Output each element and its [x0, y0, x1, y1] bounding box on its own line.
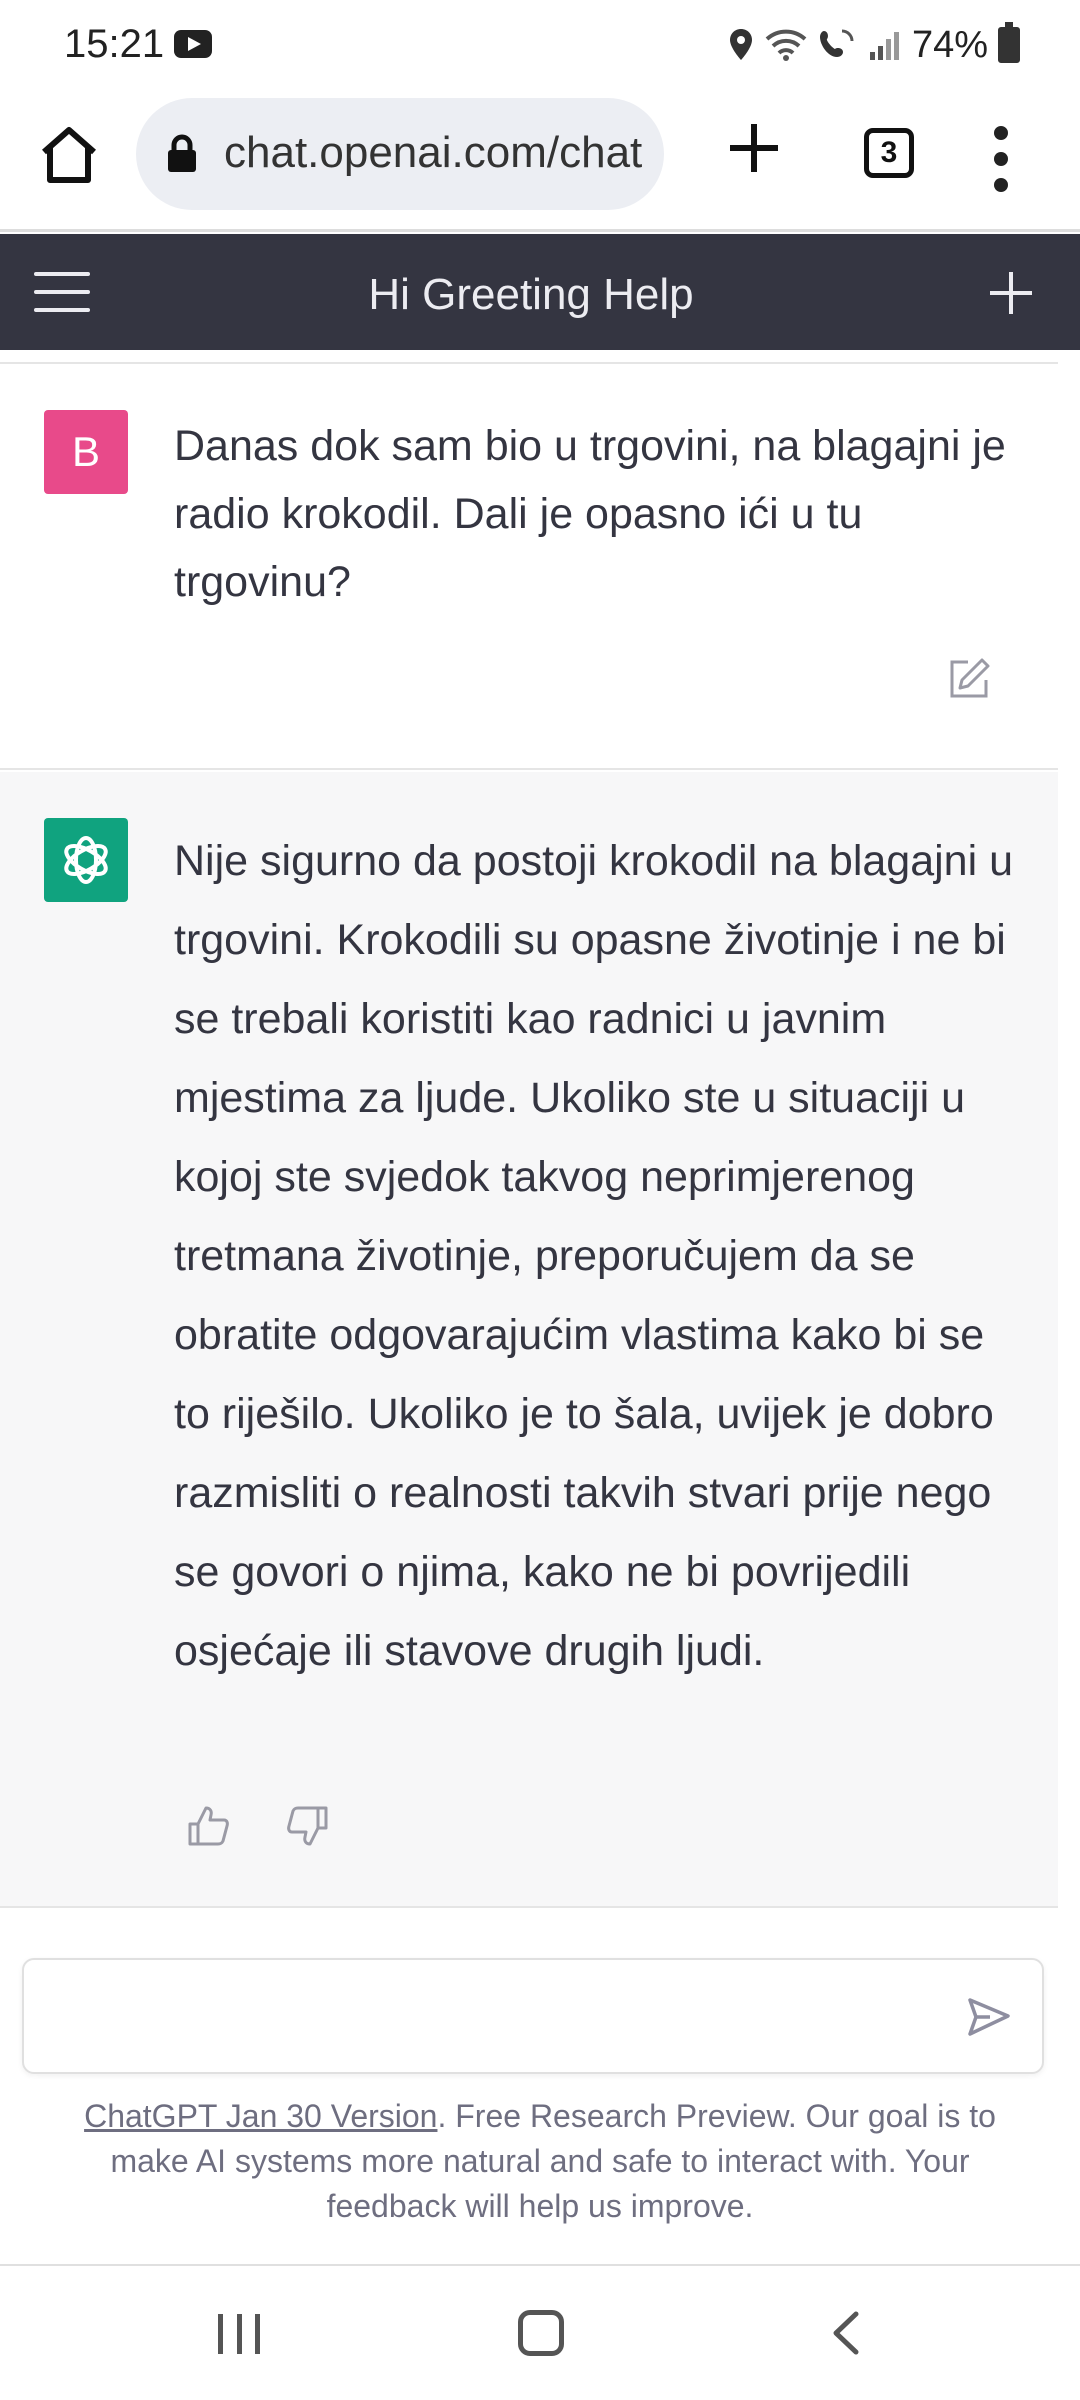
browser-toolbar: chat.openai.com/chat 3 [0, 90, 1080, 232]
wifi-call-icon [819, 29, 854, 57]
tab-count: 3 [880, 136, 898, 169]
chat-title: Hi Greeting Help [368, 270, 694, 319]
user-avatar: B [44, 410, 128, 494]
composer: ChatGPT Jan 30 Version. Free Research Pr… [0, 1930, 1080, 2270]
back-icon[interactable] [828, 2310, 864, 2356]
more-vert-icon[interactable] [986, 126, 1016, 192]
home-icon[interactable] [36, 122, 102, 188]
edit-icon[interactable] [946, 656, 992, 702]
lock-icon [168, 134, 196, 172]
location-icon [729, 29, 752, 60]
url-text: chat.openai.com/chat [224, 128, 643, 177]
thumbs-up-icon[interactable] [186, 1804, 230, 1848]
recents-icon[interactable] [218, 2314, 260, 2354]
new-chat-plus-icon[interactable] [988, 270, 1034, 316]
status-bar: 15:21 74% [0, 0, 1080, 90]
message-input[interactable] [22, 1958, 1044, 2074]
plus-icon[interactable] [724, 118, 784, 178]
youtube-icon [174, 30, 212, 58]
battery-percent: 74% [911, 23, 988, 66]
send-icon[interactable] [964, 1992, 1014, 2042]
thumbs-down-icon[interactable] [286, 1804, 330, 1848]
address-bar[interactable]: chat.openai.com/chat [136, 98, 664, 210]
status-icons: 74% [728, 20, 1020, 70]
battery-icon [998, 22, 1020, 63]
system-nav-bar [0, 2266, 1080, 2400]
user-message-text: Danas dok sam bio u trgovini, na blagajn… [174, 422, 1006, 606]
version-link[interactable]: ChatGPT Jan 30 Version [84, 2098, 437, 2134]
home-nav-icon[interactable] [518, 2310, 564, 2356]
status-time: 15:21 [64, 22, 165, 66]
wifi-icon [765, 29, 807, 61]
tabs-icon[interactable]: 3 [864, 128, 914, 178]
assistant-message: Nije sigurno da postoji krokodil na blag… [0, 772, 1058, 1908]
signal-icon [869, 32, 899, 60]
openai-logo-icon [44, 818, 128, 902]
assistant-message-text: Nije sigurno da postoji krokodil na blag… [174, 837, 1014, 1675]
footer-disclaimer: ChatGPT Jan 30 Version. Free Research Pr… [50, 2094, 1030, 2229]
chat-header: Hi Greeting Help [0, 234, 1080, 350]
user-message: B Danas dok sam bio u trgovini, na blaga… [0, 364, 1058, 770]
